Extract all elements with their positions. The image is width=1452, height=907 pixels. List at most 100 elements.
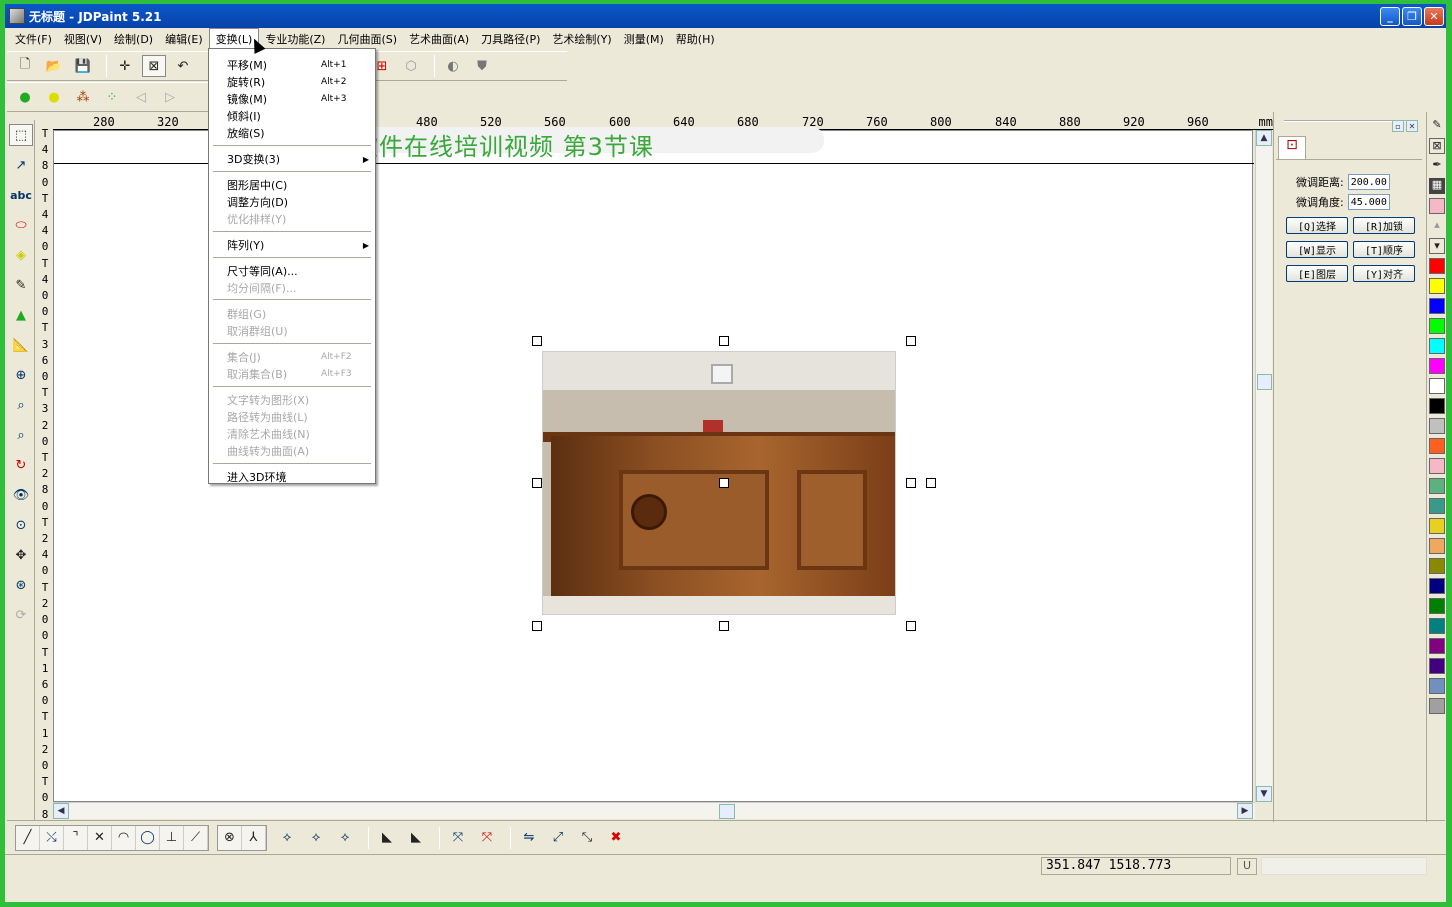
resize-handle[interactable] <box>532 621 542 631</box>
color-swatch[interactable] <box>1429 558 1445 574</box>
display-button[interactable]: [W]显示 <box>1286 241 1348 258</box>
delete-node2-icon[interactable]: ⤧ <box>475 826 499 850</box>
color-swatch[interactable] <box>1429 398 1445 414</box>
color-swatch[interactable] <box>1429 538 1445 554</box>
menu-item[interactable]: 图形居中(C) <box>209 177 375 193</box>
explode-icon[interactable]: ⤡ <box>575 826 599 850</box>
color-swatch[interactable] <box>1429 298 1445 314</box>
eraser-icon[interactable]: ◈ <box>9 244 33 266</box>
multi-pin-icon[interactable]: ⁂ <box>71 86 95 108</box>
menu-item[interactable]: 调整方向(D) <box>209 194 375 210</box>
menu-art-draw[interactable]: 艺术绘制(Y) <box>546 29 617 49</box>
menu-toolpath[interactable]: 刀具路径(P) <box>475 29 546 49</box>
palette-up-icon[interactable]: ▴ <box>1429 218 1445 234</box>
back-arrow-icon[interactable]: ◁ <box>129 86 153 108</box>
fine-angle-input[interactable] <box>1347 194 1390 210</box>
node2-icon[interactable]: ⟡ <box>304 826 328 850</box>
current-color-icon[interactable] <box>1429 198 1445 214</box>
undo-icon[interactable]: ↶ <box>171 55 195 77</box>
forward-arrow-icon[interactable]: ▷ <box>158 86 182 108</box>
resize-handle[interactable] <box>719 336 729 346</box>
menu-item[interactable]: 进入3D环境 <box>209 469 375 485</box>
circle-icon[interactable]: ◯ <box>136 825 160 850</box>
pan-icon[interactable]: ✥ <box>9 544 33 566</box>
resize-handle[interactable] <box>532 478 542 488</box>
color-swatch[interactable] <box>1429 418 1445 434</box>
menu-item[interactable]: 倾斜(I) <box>209 108 375 124</box>
order-button[interactable]: [T]顺序 <box>1353 241 1415 258</box>
arc-icon[interactable]: ◠ <box>112 825 136 850</box>
close-icon[interactable]: ⊗ <box>218 825 242 850</box>
node1-icon[interactable]: ⟡ <box>275 826 299 850</box>
lock-button[interactable]: [R]加锁 <box>1353 217 1415 234</box>
color-swatch[interactable] <box>1429 498 1445 514</box>
menu-draw[interactable]: 绘制(D) <box>108 29 159 49</box>
view-eye-icon[interactable]: 👁 <box>9 484 33 506</box>
text-abc-icon[interactable]: abc <box>9 184 33 206</box>
view-cube-icon[interactable]: ⬡ <box>399 55 423 77</box>
color-swatch[interactable] <box>1429 518 1445 534</box>
zoom-out-icon[interactable]: ⌕ <box>9 424 33 446</box>
link-icon[interactable]: ⤢ <box>546 826 570 850</box>
resize-handle[interactable] <box>719 621 729 631</box>
close-button[interactable]: ✕ <box>1424 6 1444 26</box>
new-file-icon[interactable]: 🗋 <box>13 55 37 77</box>
rotate-view-icon[interactable]: ⟳ <box>9 604 33 626</box>
color-swatch[interactable] <box>1429 658 1445 674</box>
zoom-window-icon[interactable]: ⊕ <box>9 364 33 386</box>
resize-handle[interactable] <box>532 336 542 346</box>
join-icon[interactable]: ⅄ <box>242 825 266 850</box>
pattern-icon[interactable]: ▦ <box>1429 178 1445 194</box>
color-swatch[interactable] <box>1429 578 1445 594</box>
green-pin-icon[interactable]: ● <box>13 86 37 108</box>
node3-icon[interactable]: ⟡ <box>333 826 357 850</box>
layer-button[interactable]: [E]图层 <box>1286 265 1348 282</box>
pen-icon[interactable]: ✎ <box>9 274 33 296</box>
color-swatch[interactable] <box>1429 638 1445 654</box>
menu-professional[interactable]: 专业功能(Z) <box>259 29 331 49</box>
color-swatch[interactable] <box>1429 678 1445 694</box>
menu-item[interactable]: 镜像(M) Alt+3 <box>209 91 375 107</box>
node-edit-icon[interactable]: ↗ <box>9 154 33 176</box>
scroll-down-icon[interactable]: ▼ <box>1256 786 1272 802</box>
open-file-icon[interactable]: 📂 <box>42 55 66 77</box>
perpendicular-icon[interactable]: ⊥ <box>160 825 184 850</box>
color-swatch[interactable] <box>1429 598 1445 614</box>
color-swatch[interactable] <box>1429 618 1445 634</box>
yellow-pin-icon[interactable]: ● <box>42 86 66 108</box>
select-tab-icon[interactable]: ⊡ <box>1278 136 1306 160</box>
paint-bucket-icon[interactable]: ▲ <box>9 304 33 326</box>
zoom-in-icon[interactable]: ⌕ <box>9 394 33 416</box>
eyedropper-icon[interactable]: ✒ <box>1429 158 1445 174</box>
color-swatch[interactable] <box>1429 318 1445 334</box>
no-color-icon[interactable]: ⊠ <box>1429 138 1445 154</box>
color-swatch[interactable] <box>1429 278 1445 294</box>
menu-file[interactable]: 文件(F) <box>9 29 58 49</box>
rotate-handle[interactable] <box>926 478 936 488</box>
vertical-scroll-thumb[interactable] <box>1257 374 1272 390</box>
sweep1-icon[interactable]: ◣ <box>375 826 399 850</box>
scroll-left-icon[interactable]: ◀ <box>53 803 69 819</box>
zoom-all-icon[interactable]: ⊙ <box>9 514 33 536</box>
select-rect-icon[interactable]: ⬚ <box>9 124 33 146</box>
cluster-icon[interactable]: ⁘ <box>100 86 124 108</box>
color-swatch[interactable] <box>1429 338 1445 354</box>
resize-handle[interactable] <box>906 336 916 346</box>
shield-icon[interactable]: ⛊ <box>470 55 494 77</box>
shape-icon[interactable]: ⬭ <box>9 214 33 236</box>
crosshair-icon[interactable]: ✛ <box>113 55 137 77</box>
redraw-icon[interactable]: ↻ <box>9 454 33 476</box>
fine-distance-input[interactable] <box>1347 174 1390 190</box>
palette-dropdown-icon[interactable]: ▾ <box>1429 238 1445 254</box>
sweep2-icon[interactable]: ◣ <box>404 826 428 850</box>
menu-measure[interactable]: 测量(M) <box>618 29 670 49</box>
save-icon[interactable]: 💾 <box>71 55 95 77</box>
menu-geometric-surface[interactable]: 几何曲面(S) <box>331 29 403 49</box>
color-swatch[interactable] <box>1429 358 1445 374</box>
measure-icon[interactable]: 📐 <box>9 334 33 356</box>
color-swatch[interactable] <box>1429 438 1445 454</box>
delete-node1-icon[interactable]: ⤧ <box>446 826 470 850</box>
menu-item[interactable]: 平移(M) Alt+1 <box>209 57 375 73</box>
resize-handle[interactable] <box>906 478 916 488</box>
menu-item[interactable]: 3D变换(3) ▶ <box>209 151 375 167</box>
